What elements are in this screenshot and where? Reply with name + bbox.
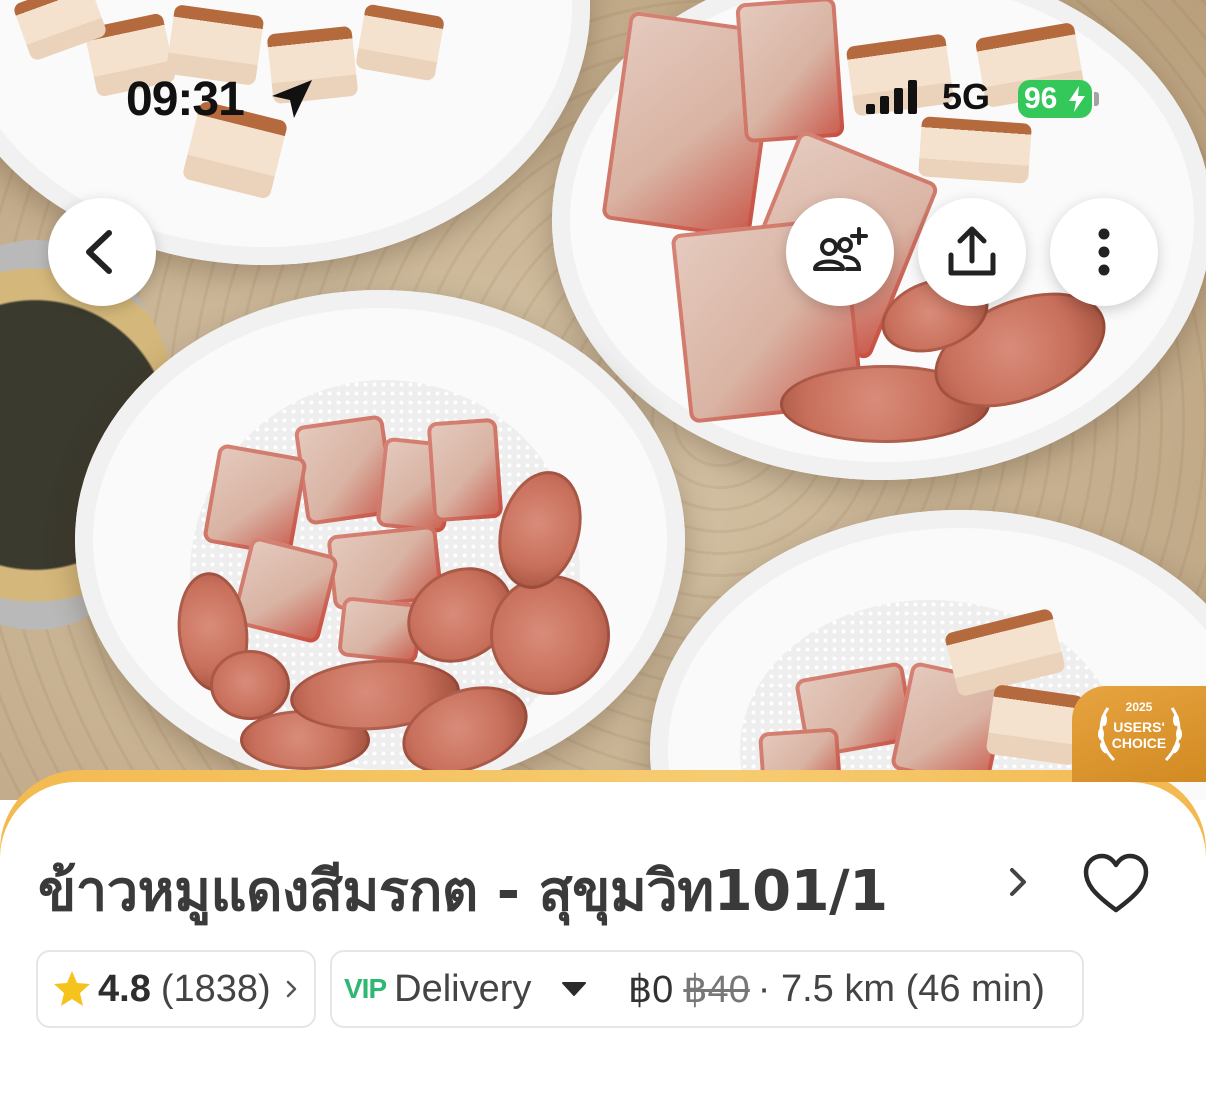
restaurant-info-sheet — [0, 782, 1206, 1100]
battery-indicator: 96 — [1018, 80, 1092, 118]
status-time: 09:31 — [126, 73, 245, 126]
award-line-1: USERS' — [1113, 719, 1165, 735]
more-options-button[interactable] — [1050, 198, 1158, 306]
signal-icon — [866, 80, 917, 114]
more-vertical-icon — [1098, 228, 1110, 276]
network-type: 5G — [942, 76, 991, 117]
rating-pill[interactable]: 4.8 (1838) — [36, 950, 316, 1028]
caret-down-icon — [562, 982, 587, 996]
vip-badge-text: VIP — [344, 973, 387, 1004]
chevron-right-icon — [286, 980, 296, 998]
back-chevron-icon — [86, 230, 112, 274]
users-choice-award-badge: 2025 USERS' CHOICE — [1072, 686, 1206, 782]
add-people-icon — [813, 227, 868, 271]
star-icon — [54, 971, 90, 1006]
distance-time: · 7.5 km (46 min) — [757, 967, 1045, 1010]
delivery-fee-original: ฿40 — [683, 968, 750, 1011]
delivery-mode-selector[interactable]: VIP Delivery — [330, 950, 614, 1028]
location-arrow-icon — [272, 80, 312, 118]
favorite-heart-icon[interactable] — [1082, 852, 1150, 916]
chevron-right-icon[interactable] — [1004, 862, 1032, 902]
group-order-button[interactable] — [786, 198, 894, 306]
share-button[interactable] — [918, 198, 1026, 306]
review-count: (1838) — [160, 967, 271, 1010]
battery-bolt-icon — [1069, 86, 1085, 112]
battery-level: 96 — [1024, 82, 1058, 115]
delivery-fee-info: ฿0 ฿40 · 7.5 km (46 min) — [600, 950, 1084, 1028]
rating-value: 4.8 — [98, 967, 151, 1010]
restaurant-name[interactable]: ข้าวหมูแดงสีมรกต - สุขุมวิท101/1 — [38, 846, 888, 935]
share-icon — [948, 226, 996, 276]
delivery-fee-current: ฿0 — [628, 968, 674, 1011]
vip-badge: VIP — [344, 973, 387, 1005]
back-button[interactable] — [48, 198, 156, 306]
award-year: 2025 — [1125, 700, 1153, 714]
award-line-2: CHOICE — [1111, 735, 1167, 751]
delivery-mode-label: Delivery — [394, 967, 532, 1010]
battery-cap — [1094, 92, 1099, 106]
